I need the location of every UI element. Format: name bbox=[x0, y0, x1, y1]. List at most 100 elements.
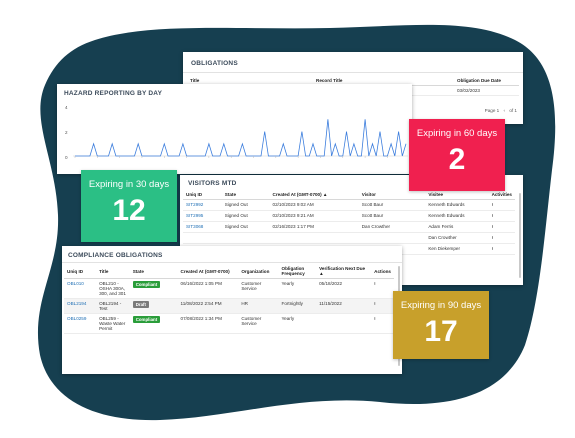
expiring-90-count: 17 bbox=[424, 315, 458, 348]
col-organization[interactable]: Organization bbox=[238, 264, 279, 279]
compliance-table: Uniq ID Title State Created At (GMT-0700… bbox=[64, 264, 394, 334]
expiring-60-count: 2 bbox=[448, 143, 466, 176]
state-cell: Signed Out bbox=[221, 210, 270, 222]
obligation-id-link[interactable]: OBL010 bbox=[64, 278, 97, 299]
pager-of: of 1 bbox=[509, 108, 517, 113]
expiring-30-label: Expiring in 30 days bbox=[88, 179, 170, 190]
visitor-id-link[interactable]: SIT3068 bbox=[183, 221, 222, 233]
table-row[interactable]: Dan Crowther ⁝ bbox=[183, 232, 515, 244]
expiring-30-count: 12 bbox=[112, 194, 146, 227]
created-cell: 06/16/2022 1:05 PM bbox=[177, 278, 239, 299]
col-uniq-id[interactable]: Uniq ID bbox=[183, 190, 222, 200]
frequency-cell: Yearly bbox=[278, 278, 317, 299]
title-cell: OBL2194 - Test bbox=[96, 298, 130, 314]
visitee-cell: Adam Ferris bbox=[425, 221, 489, 233]
visitee-cell: Dan Crowther bbox=[425, 232, 489, 244]
col-created-at[interactable]: Created At (GMT-0700) ▲ bbox=[269, 190, 359, 200]
obligation-id-link[interactable]: OBL0259 bbox=[64, 313, 97, 334]
row-actions-menu[interactable]: ⁝ bbox=[488, 199, 515, 211]
col-state[interactable]: State bbox=[221, 190, 270, 200]
state-cell: Signed Out bbox=[221, 199, 270, 211]
expiring-60-badge[interactable]: Expiring in 60 days 2 bbox=[409, 119, 505, 191]
col-created-at[interactable]: Created At (GMT-0700) bbox=[177, 264, 239, 279]
col-visitor[interactable]: Visitor bbox=[358, 190, 426, 200]
visitee-cell: Kenneth Edwards bbox=[425, 199, 489, 211]
expiring-90-label: Expiring in 90 days bbox=[400, 300, 482, 311]
status-badge: Compliant bbox=[132, 316, 161, 323]
state-cell: Compliant bbox=[129, 313, 178, 334]
created-cell: 02/16/2023 1:17 PM bbox=[269, 221, 359, 233]
row-actions-menu[interactable]: ⁝ bbox=[371, 298, 394, 314]
series-line bbox=[75, 119, 407, 157]
visitor-cell: Scott Baur bbox=[358, 199, 426, 211]
visitor-id-link[interactable]: SIT2992 bbox=[183, 199, 222, 211]
col-frequency[interactable]: Obligation Frequency bbox=[278, 264, 317, 279]
hazard-title: HAZARD REPORTING BY DAY bbox=[64, 90, 163, 97]
expiring-60-label: Expiring in 60 days bbox=[416, 128, 498, 139]
row-actions-menu[interactable]: ⁝ bbox=[371, 278, 394, 299]
table-row[interactable]: SIT2995 Signed Out 02/10/2023 9:21 AM Sc… bbox=[183, 210, 515, 222]
next-due-cell: 11/15/2022 bbox=[316, 298, 372, 314]
visitors-scrollbar[interactable] bbox=[519, 193, 521, 278]
row-actions-menu[interactable]: ⁝ bbox=[488, 232, 515, 244]
row-actions-menu[interactable]: ⁝ bbox=[488, 210, 515, 222]
y-tick-2: 2 bbox=[65, 130, 68, 135]
table-row[interactable]: OBL2194 OBL2194 - Test Draft 11/08/2022 … bbox=[64, 298, 394, 314]
organization-cell: Customer Service bbox=[238, 313, 279, 334]
visitor-id-link[interactable] bbox=[183, 232, 222, 244]
col-actions[interactable]: Actions bbox=[371, 264, 394, 279]
visitor-id-link[interactable]: SIT2995 bbox=[183, 210, 222, 222]
due-date-cell: 03/02/2023 bbox=[454, 85, 519, 96]
obligation-id-link[interactable]: OBL2194 bbox=[64, 298, 97, 314]
state-cell: Signed Out bbox=[221, 221, 270, 233]
visitee-cell: Ken Diekemper bbox=[425, 243, 489, 255]
table-row[interactable]: SIT3068 Signed Out 02/16/2023 1:17 PM Da… bbox=[183, 221, 515, 233]
table-row[interactable]: OBL010 OBL210 - OSHA 300A, 300, and 301 … bbox=[64, 278, 394, 299]
col-uniq-id[interactable]: Uniq ID bbox=[64, 264, 97, 279]
visitor-cell bbox=[358, 232, 426, 244]
pager-label: Page 1 bbox=[484, 108, 500, 113]
state-cell: Compliant bbox=[129, 278, 178, 299]
row-actions-menu[interactable]: ⁝ bbox=[371, 313, 394, 334]
y-tick-4: 4 bbox=[65, 105, 68, 110]
table-row[interactable]: SIT2992 Signed Out 02/10/2023 9:02 AM Sc… bbox=[183, 199, 515, 211]
pager-prev[interactable]: ‹ bbox=[504, 108, 506, 113]
status-badge: Compliant bbox=[132, 281, 161, 288]
row-actions-menu[interactable]: ⁝ bbox=[488, 221, 515, 233]
col-state[interactable]: State bbox=[129, 264, 178, 279]
col-visitee[interactable]: Visitee bbox=[425, 190, 489, 200]
hazard-line-chart bbox=[73, 119, 408, 158]
pager: Page 1 ‹ of 1 bbox=[485, 108, 517, 113]
visitor-cell: Dan Crowther bbox=[358, 221, 426, 233]
created-cell: 07/08/2022 1:34 PM bbox=[177, 313, 239, 334]
state-cell: Draft bbox=[129, 298, 178, 314]
created-cell bbox=[269, 232, 359, 244]
visitors-title: VISITORS MTD bbox=[188, 180, 237, 187]
title-cell: OBL259 - Waste Water Permit bbox=[96, 313, 130, 334]
state-cell bbox=[221, 232, 270, 244]
col-title[interactable]: Title bbox=[96, 264, 130, 279]
table-row[interactable]: OBL0259 OBL259 - Waste Water Permit Comp… bbox=[64, 313, 394, 334]
visitee-cell: Kenneth Edwards bbox=[425, 210, 489, 222]
title-cell: OBL210 - OSHA 300A, 300, and 301 bbox=[96, 278, 130, 299]
obligations-title: OBLIGATIONS bbox=[191, 60, 238, 67]
organization-cell: HR bbox=[238, 298, 279, 314]
frequency-cell: Yearly bbox=[278, 313, 317, 334]
col-verification-next-due[interactable]: Verification Next Due ▲ bbox=[316, 264, 372, 279]
created-cell: 11/08/2022 2:54 PM bbox=[177, 298, 239, 314]
next-due-cell: 05/18/2022 bbox=[316, 278, 372, 299]
y-tick-0: 0 bbox=[65, 155, 68, 160]
frequency-cell: Fortnightly bbox=[278, 298, 317, 314]
row-actions-menu[interactable]: ⁝ bbox=[488, 243, 515, 255]
compliance-title: COMPLIANCE OBLIGATIONS bbox=[68, 252, 163, 259]
organization-cell: Customer Service bbox=[238, 278, 279, 299]
compliance-card: COMPLIANCE OBLIGATIONS Uniq ID Title Sta… bbox=[62, 246, 402, 374]
created-cell: 02/10/2023 9:21 AM bbox=[269, 210, 359, 222]
next-due-cell bbox=[316, 313, 372, 334]
col-activities[interactable]: Activities bbox=[488, 190, 515, 200]
hazard-chart-card: HAZARD REPORTING BY DAY 4 2 0 bbox=[57, 84, 412, 174]
visitor-cell: Scott Baur bbox=[358, 210, 426, 222]
expiring-30-badge[interactable]: Expiring in 30 days 12 bbox=[81, 170, 177, 242]
col-due-date[interactable]: Obligation Due Date bbox=[454, 76, 519, 86]
expiring-90-badge[interactable]: Expiring in 90 days 17 bbox=[393, 291, 489, 359]
